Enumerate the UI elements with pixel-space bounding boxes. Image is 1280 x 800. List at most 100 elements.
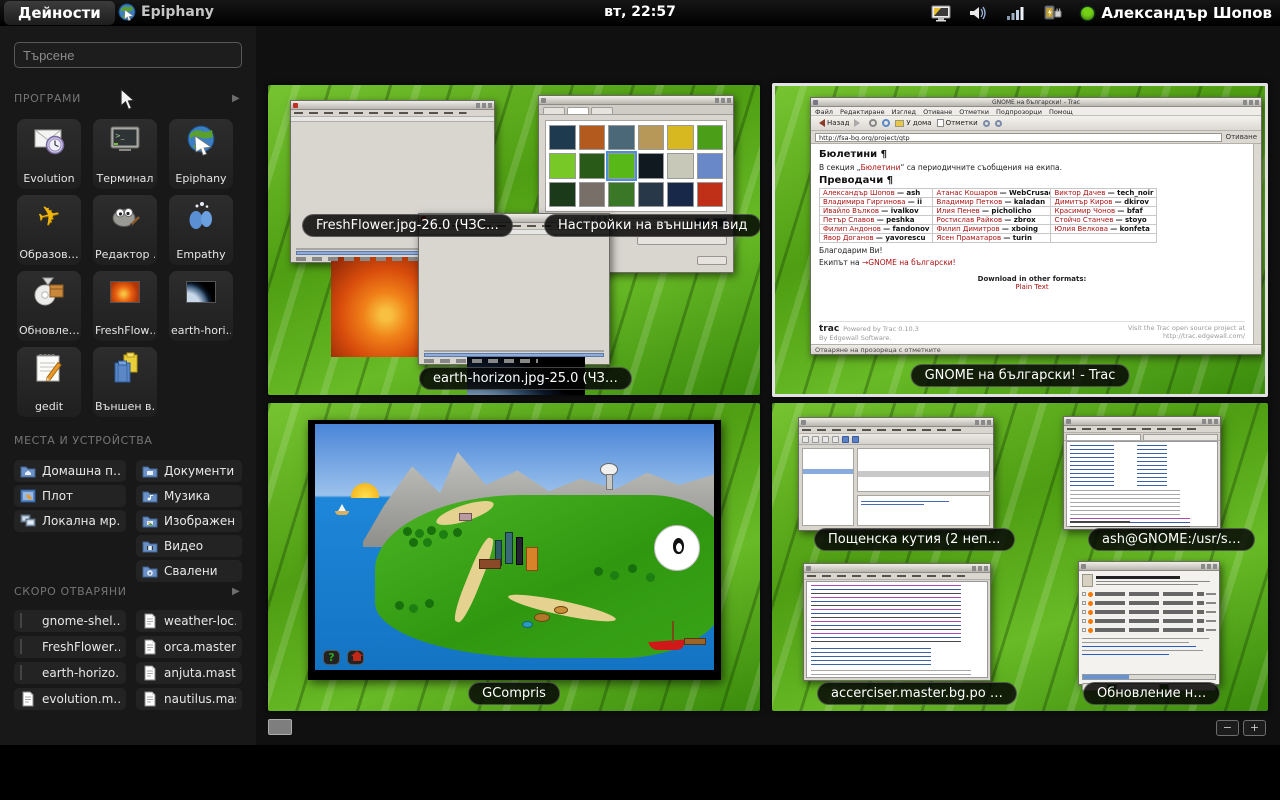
plain-text-link[interactable]: Plain Text xyxy=(1015,283,1048,291)
boat-mast xyxy=(672,621,674,643)
app-tile-label: Evolution xyxy=(19,172,79,185)
forward-arrow-icon[interactable] xyxy=(854,119,864,127)
svg-text:>_: >_ xyxy=(115,132,125,140)
recent-item[interactable]: anjuta.mast… xyxy=(136,662,242,684)
network-signal-icon[interactable] xyxy=(1007,6,1025,20)
back-button[interactable]: Назад xyxy=(815,119,849,127)
bulletins-link[interactable]: Бюлетини xyxy=(861,163,901,172)
user-menu[interactable]: Александър Шопов xyxy=(1081,4,1272,22)
place-item-downloads[interactable]: Свалени xyxy=(136,560,242,582)
tab-row-preview xyxy=(1064,433,1220,441)
gcompris-window[interactable]: ? xyxy=(308,420,721,680)
place-item-desktop[interactable]: Плот xyxy=(14,485,126,507)
menu-item[interactable]: Файл xyxy=(815,108,833,114)
menu-item[interactable]: Редактиране xyxy=(840,108,885,114)
trac-footer: tracPowered by Trac 0.10.3By Edgewall So… xyxy=(819,321,1245,342)
remove-workspace-button[interactable]: − xyxy=(1216,720,1239,736)
app-tile-gcompris[interactable]: ✈ Образов… xyxy=(17,195,81,265)
recent-item[interactable]: earth-horizo… xyxy=(14,662,126,684)
scrollbar[interactable] xyxy=(1253,144,1261,344)
workspace-thumbnail-2[interactable]: GNOME на български! - Trac Файл Редактир… xyxy=(772,83,1268,397)
volume-icon[interactable] xyxy=(969,5,989,21)
home-button[interactable]: У дома xyxy=(895,119,931,127)
place-item-home[interactable]: Домашна п… xyxy=(14,460,126,482)
app-tile-evolution[interactable]: Evolution xyxy=(17,119,81,189)
recent-item[interactable]: nautilus.mas… xyxy=(136,688,242,710)
gnome-terminal-window[interactable] xyxy=(1063,416,1221,530)
recent-item-label: earth-horizo… xyxy=(42,666,120,680)
app-tile-earth-horizon[interactable]: earth-hori… xyxy=(169,271,233,341)
menu-item[interactable]: Отметки xyxy=(959,108,989,114)
app-tile-appearance[interactable]: Външен в… xyxy=(93,347,157,417)
app-tile-gimp[interactable]: Редактор … xyxy=(93,195,157,265)
download-block: Download in other formats: Plain Text xyxy=(819,275,1245,291)
penguin-icon xyxy=(673,538,684,554)
vim-terminal-window[interactable] xyxy=(803,563,991,681)
app-tile-freshflower[interactable]: FreshFlow… xyxy=(93,271,157,341)
text-document-icon xyxy=(142,665,158,681)
evolution-mail-window[interactable] xyxy=(798,417,994,531)
activities-button[interactable]: Дейности xyxy=(4,1,115,25)
workspace-thumbnail-1[interactable]: FreshFlower.jpg-26.0 (ЧЗС… Настройки на … xyxy=(268,85,760,395)
help-button[interactable]: ? xyxy=(323,650,340,665)
app-tile-label: Терминал xyxy=(95,172,155,185)
recent-item[interactable]: weather-loc… xyxy=(136,610,242,632)
bookmarks-button[interactable]: Отметки xyxy=(937,119,978,127)
recent-expander-icon[interactable]: ▶ xyxy=(232,586,240,597)
place-item-local-network[interactable]: Локална мр… xyxy=(14,510,126,532)
preview-pane xyxy=(857,495,990,526)
app-tile-software-update[interactable]: Обновле… xyxy=(17,271,81,341)
menubar-preview xyxy=(799,427,993,434)
menu-item[interactable]: Помощ xyxy=(1049,108,1073,114)
home-button[interactable] xyxy=(347,650,364,665)
recent-item[interactable]: orca.master.… xyxy=(136,636,242,658)
recent-item[interactable]: evolution.m… xyxy=(14,688,126,710)
app-tile-gedit[interactable]: gedit xyxy=(17,347,81,417)
team-link[interactable]: →GNOME на български! xyxy=(862,258,956,267)
window-titlebar xyxy=(804,564,990,573)
recent-item[interactable]: gnome-shel… xyxy=(14,610,126,632)
search-input[interactable] xyxy=(14,42,242,68)
epiphany-trac-window[interactable]: GNOME на български! - Trac Файл Редактир… xyxy=(810,97,1262,355)
battery-power-icon[interactable] xyxy=(1043,4,1063,22)
app-tile-epiphany[interactable]: Epiphany xyxy=(169,119,233,189)
place-item-documents[interactable]: Документи xyxy=(136,460,242,482)
menu-item[interactable]: Изглед xyxy=(892,108,916,114)
earth-thumbnail xyxy=(20,665,36,681)
workspace-indicator[interactable] xyxy=(268,719,292,735)
text-document-icon xyxy=(142,639,158,655)
app-tile-terminal[interactable]: >_ Терминал xyxy=(93,119,157,189)
display-settings-icon[interactable] xyxy=(931,5,951,22)
reload-icon[interactable] xyxy=(882,119,890,127)
zoom-out-icon[interactable] xyxy=(995,120,1002,127)
text-document-icon xyxy=(142,691,158,707)
workspace-thumbnail-3[interactable]: ? GCompris xyxy=(268,403,760,711)
stop-icon[interactable] xyxy=(869,119,877,127)
place-item-music[interactable]: Музика xyxy=(136,485,242,507)
add-workspace-button[interactable]: + xyxy=(1243,720,1266,736)
team-line: Екипът на →GNOME на български! xyxy=(819,258,1245,267)
tux-speech-bubble[interactable] xyxy=(654,525,700,571)
clock[interactable]: вт, 22:57 xyxy=(604,4,676,20)
update-manager-window[interactable] xyxy=(1078,561,1220,685)
gedit-notepad-pencil-icon xyxy=(32,351,66,385)
place-item-pictures[interactable]: Изображен… xyxy=(136,510,242,532)
app-menu-button[interactable]: Epiphany xyxy=(118,3,214,21)
canvas-preview xyxy=(424,350,604,352)
orange-building xyxy=(526,547,538,571)
menubar-preview xyxy=(804,573,990,580)
workspace-thumbnail-4[interactable]: Пощенска кутия (2 неп… ash@GNOME:/usr/s…… xyxy=(772,403,1268,711)
recent-item[interactable]: FreshFlower… xyxy=(14,636,126,658)
url-input[interactable]: http://fsa-bg.org/project/gtp xyxy=(815,133,1222,142)
app-tile-empathy[interactable]: Empathy xyxy=(169,195,233,265)
zoom-in-icon[interactable] xyxy=(983,120,990,127)
menu-item[interactable]: Подпрозорци xyxy=(996,108,1042,114)
place-item-label: Документи xyxy=(164,464,234,478)
menu-item[interactable]: Отиване xyxy=(923,108,952,114)
island xyxy=(375,495,714,657)
go-button[interactable]: Отиване xyxy=(1226,133,1257,141)
programs-expander-icon[interactable]: ▶ xyxy=(232,93,240,104)
toolbar-preview xyxy=(799,434,993,445)
place-item-videos[interactable]: Видео xyxy=(136,535,242,557)
update-description-preview xyxy=(1082,638,1216,672)
